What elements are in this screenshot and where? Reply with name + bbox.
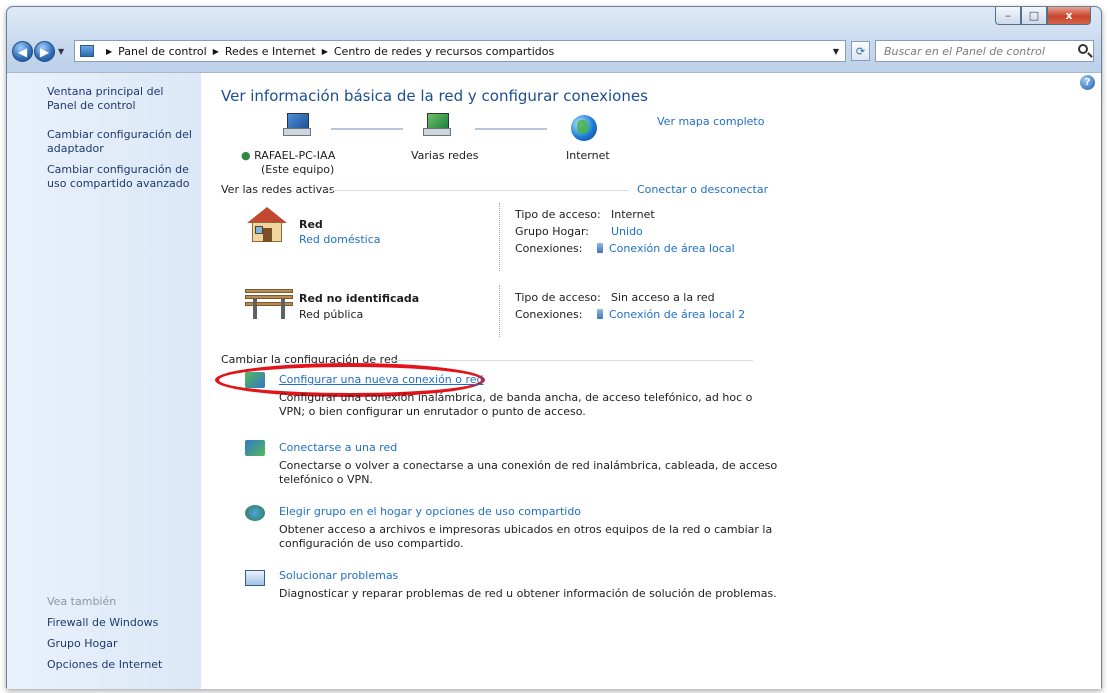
breadcrumb-separator-icon[interactable]: ▶ [322,47,328,56]
task-description: Obtener acceso a archivos e impresoras u… [279,523,773,550]
network-type-link[interactable]: Red doméstica [299,233,380,246]
refresh-button[interactable]: ⟳ [851,41,870,61]
connect-network-link[interactable]: Conectarse a una red [279,441,397,454]
network-divider [499,203,501,271]
troubleshoot-icon [245,570,265,586]
breadcrumb-separator-icon[interactable]: ▶ [213,47,219,56]
sidebar-item-homegroup[interactable]: Grupo Hogar [47,637,195,651]
home-network-icon [247,207,287,243]
search-icon[interactable] [1078,44,1088,54]
address-dropdown-icon[interactable]: ▼ [833,47,839,56]
sidebar: Ventana principal del Panel de control C… [7,73,201,689]
sidebar-item-internet-options[interactable]: Opciones de Internet [47,658,195,672]
sidebar-item-adapter-settings[interactable]: Cambiar configuración del adaptador [47,128,195,156]
recent-pages-dropdown[interactable]: ▼ [58,47,64,56]
breadcrumb-item[interactable]: Panel de control [118,45,207,58]
maximize-button[interactable]: □ [1021,7,1047,25]
minimize-button[interactable]: – [995,7,1021,25]
see-also-heading: Vea también [47,595,117,608]
setup-connection-link[interactable]: Configurar una nueva conexión o red [279,373,484,386]
map-connector [331,128,403,130]
globe-icon [571,115,597,141]
task-description: Diagnosticar y reparar problemas de red … [279,587,777,600]
view-full-map-link[interactable]: Ver mapa completo [657,115,764,128]
breadcrumb-item[interactable]: Centro de redes y recursos compartidos [334,45,554,58]
section-divider [391,360,753,361]
map-connector [475,128,547,130]
homegroup-icon [245,505,265,521]
sidebar-item-firewall[interactable]: Firewall de Windows [47,616,195,630]
breadcrumb: ▶ Panel de control ▶ Redes e Internet ▶ … [100,45,554,58]
multiple-networks-icon [423,113,451,136]
new-connection-icon [245,372,265,388]
connect-network-icon [245,440,265,456]
network-divider [499,285,501,337]
breadcrumb-item[interactable]: Redes e Internet [225,45,316,58]
window: – □ x ◀ ▶ ▼ ▶ Panel de control ▶ Redes e… [0,0,1108,693]
task-description: Conectarse o volver a conectarse a una c… [279,459,778,486]
computer-icon [283,113,311,136]
close-button[interactable]: x [1047,7,1091,25]
connect-disconnect-link[interactable]: Conectar o desconectar [637,183,768,196]
address-bar[interactable]: ▶ Panel de control ▶ Redes e Internet ▶ … [74,40,846,62]
active-networks-heading: Ver las redes activas [221,183,335,196]
computer-sub: (Este equipo) [261,163,335,176]
access-type-value: Sin acceso a la red [611,291,715,304]
network-name: Red no identificada [299,292,420,305]
breadcrumb-separator-icon[interactable]: ▶ [106,47,112,56]
public-network-icon [245,289,293,319]
forward-button[interactable]: ▶ [34,41,55,62]
search-input[interactable]: Buscar en el Panel de control [875,40,1094,62]
connection-icon [597,243,603,253]
control-panel-icon [80,45,94,57]
back-button[interactable]: ◀ [12,41,33,62]
page-title: Ver información básica de la red y confi… [221,87,648,105]
homegroup-link[interactable]: Unido [611,225,643,238]
network-name: Red [299,218,323,231]
homegroup-options-link[interactable]: Elegir grupo en el hogar y opciones de u… [279,505,581,518]
connection-link[interactable]: Conexión de área local [597,242,735,255]
sidebar-item-advanced-sharing[interactable]: Cambiar configuración de uso compartido … [47,163,195,191]
sidebar-item-control-panel-home[interactable]: Ventana principal del Panel de control [47,85,195,113]
title-buttons: – □ x [995,7,1091,27]
access-type-value: Internet [611,208,655,221]
computer-name[interactable]: ● RAFAEL-PC-IAA [241,149,335,162]
main-panel: Ver información básica de la red y confi… [201,73,1101,689]
navigation-bar: ◀ ▶ ▼ ▶ Panel de control ▶ Redes e Inter… [12,38,1094,66]
connections-label: Conexiones: [515,308,583,321]
content-area: Ventana principal del Panel de control C… [7,72,1101,689]
network-type: Red pública [299,308,364,321]
connection-link[interactable]: Conexión de área local 2 [597,308,745,321]
access-type-label: Tipo de acceso: [515,208,601,221]
internet-label[interactable]: Internet [566,149,610,162]
homegroup-label: Grupo Hogar: [515,225,589,238]
search-placeholder: Buscar en el Panel de control [884,44,1045,58]
section-divider [325,190,629,191]
connections-label: Conexiones: [515,242,583,255]
troubleshoot-link[interactable]: Solucionar problemas [279,569,398,582]
connection-icon [597,309,603,319]
access-type-label: Tipo de acceso: [515,291,601,304]
multiple-networks-label[interactable]: Varias redes [411,149,479,162]
task-description: Configurar una conexión inalámbrica, de … [279,391,753,418]
